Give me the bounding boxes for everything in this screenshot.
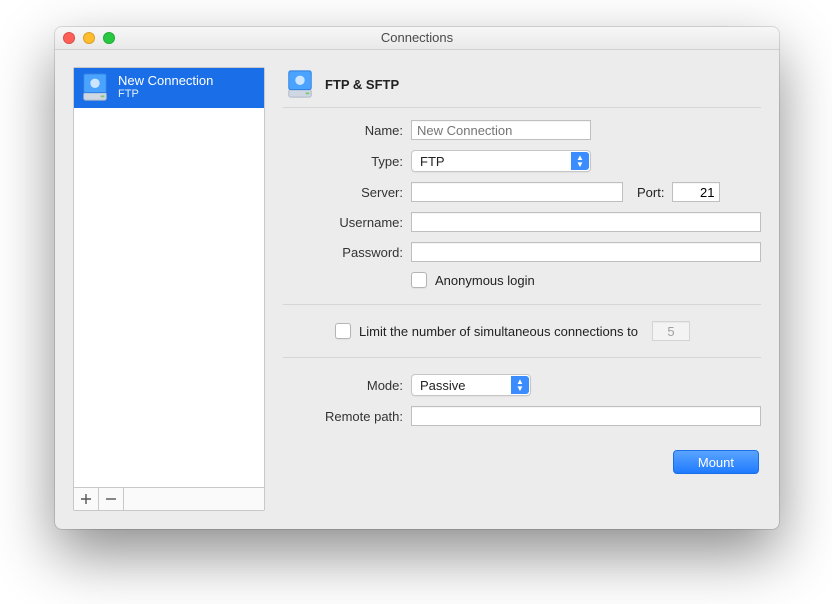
type-label: Type: — [283, 154, 403, 169]
type-select[interactable]: FTP ▲▼ — [411, 150, 591, 172]
connection-detail-panel: FTP & SFTP Name: Type: FTP ▲▼ Server: — [283, 67, 761, 511]
sidebar-footer — [74, 487, 264, 510]
mode-value: Passive — [420, 378, 466, 393]
connection-form: Name: Type: FTP ▲▼ Server: Port: — [283, 120, 761, 474]
server-label: Server: — [283, 185, 403, 200]
connections-list[interactable]: New Connection FTP — [74, 68, 264, 487]
type-value: FTP — [420, 154, 445, 169]
connections-window: Connections New Connection — [55, 27, 779, 529]
port-label: Port: — [637, 185, 664, 200]
connection-item-subtitle: FTP — [118, 88, 213, 100]
connection-disk-icon — [80, 72, 110, 102]
divider — [283, 357, 761, 358]
section-title: FTP & SFTP — [325, 77, 399, 92]
content: New Connection FTP — [55, 49, 779, 529]
mode-label: Mode: — [283, 378, 403, 393]
remove-connection-button[interactable] — [99, 488, 124, 510]
close-window-button[interactable] — [63, 32, 75, 44]
port-field[interactable] — [672, 182, 720, 202]
sidebar-footer-spacer — [124, 488, 264, 510]
password-label: Password: — [283, 245, 403, 260]
remote-path-field[interactable] — [411, 406, 761, 426]
connection-item[interactable]: New Connection FTP — [74, 68, 264, 108]
zoom-window-button[interactable] — [103, 32, 115, 44]
limit-value-field — [652, 321, 690, 341]
anonymous-label: Anonymous login — [435, 273, 535, 288]
name-field[interactable] — [411, 120, 591, 140]
username-field[interactable] — [411, 212, 761, 232]
select-stepper-icon: ▲▼ — [515, 378, 525, 392]
minimize-window-button[interactable] — [83, 32, 95, 44]
password-field[interactable] — [411, 242, 761, 262]
limit-label: Limit the number of simultaneous connect… — [359, 324, 638, 339]
remote-path-label: Remote path: — [283, 409, 403, 424]
window-controls — [63, 32, 115, 44]
connection-item-name: New Connection — [118, 74, 213, 88]
mount-button-label: Mount — [698, 455, 734, 470]
add-connection-button[interactable] — [74, 488, 99, 510]
section-disk-icon — [285, 69, 315, 99]
server-field[interactable] — [411, 182, 623, 202]
titlebar[interactable]: Connections — [55, 27, 779, 50]
section-header: FTP & SFTP — [283, 67, 761, 108]
divider — [283, 304, 761, 305]
anonymous-checkbox[interactable] — [411, 272, 427, 288]
limit-checkbox[interactable] — [335, 323, 351, 339]
connections-sidebar: New Connection FTP — [73, 67, 265, 511]
mode-select[interactable]: Passive ▲▼ — [411, 374, 531, 396]
connection-item-text: New Connection FTP — [118, 74, 213, 100]
window-title: Connections — [381, 30, 453, 45]
select-stepper-icon: ▲▼ — [575, 154, 585, 168]
mount-button[interactable]: Mount — [673, 450, 759, 474]
name-label: Name: — [283, 123, 403, 138]
username-label: Username: — [283, 215, 403, 230]
